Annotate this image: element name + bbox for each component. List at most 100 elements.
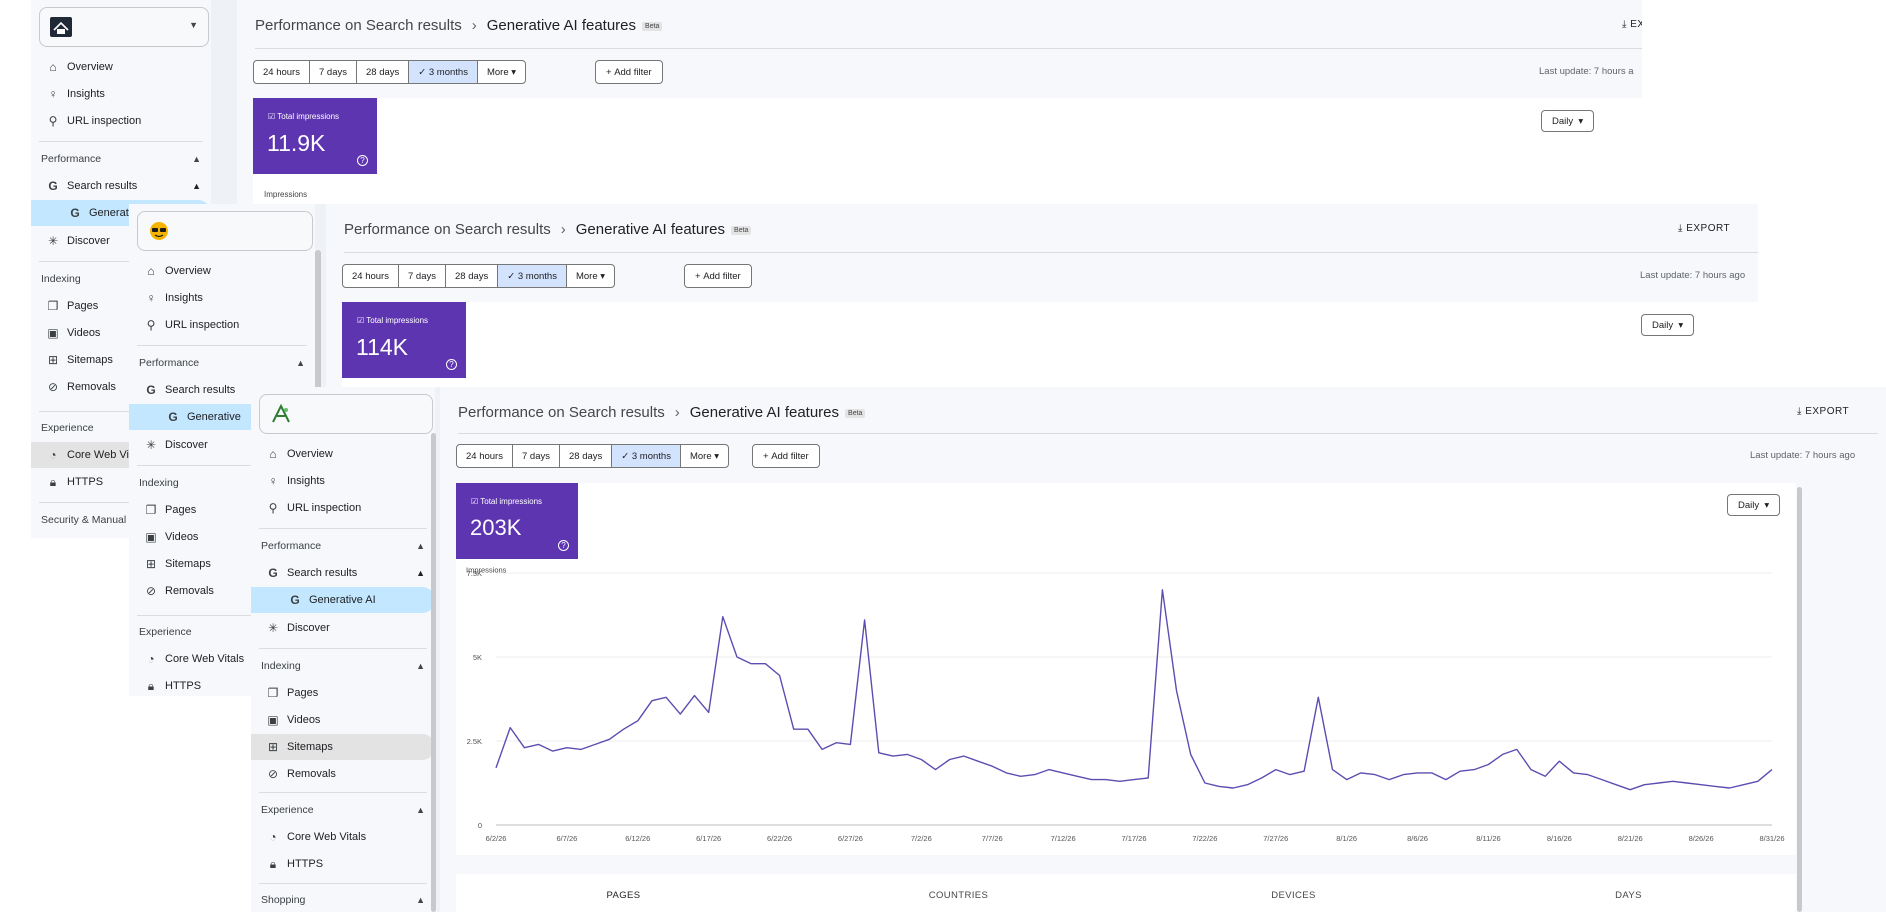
filter-3-months[interactable]: ✓ 3 months bbox=[409, 61, 478, 83]
sidebar-scrollbar[interactable] bbox=[431, 433, 436, 912]
tab-devices[interactable]: DEVICES bbox=[1126, 890, 1461, 901]
nav-url-inspection[interactable]: ⚲ URL inspection bbox=[251, 495, 435, 521]
nav-removals[interactable]: ⊘ Removals bbox=[251, 761, 435, 787]
add-filter-label: Add filter bbox=[614, 66, 652, 78]
tab-pages[interactable]: PAGES bbox=[456, 890, 791, 901]
nav-search-results[interactable]: G Search results ▲ bbox=[251, 560, 435, 586]
nav-sitemaps[interactable]: ⊞ Sitemaps bbox=[251, 734, 435, 760]
filter-3-months[interactable]: ✓ 3 months bbox=[498, 265, 567, 287]
section-label: Experience bbox=[139, 626, 192, 638]
nav-url-inspection[interactable]: ⚲ URL inspection bbox=[31, 108, 211, 134]
property-selector[interactable] bbox=[259, 394, 433, 434]
eye-off-icon: ⊘ bbox=[47, 380, 59, 394]
sidebar: ⌂ Overview ♀ Insights ⚲ URL inspection Perf… bbox=[251, 387, 435, 912]
nav-core-web-vitals[interactable]: ◔ Core Web Vitals bbox=[251, 824, 435, 850]
section-performance[interactable]: Performance ▲ bbox=[251, 533, 435, 559]
main-scrollbar[interactable] bbox=[1797, 487, 1802, 912]
nav-overview[interactable]: ⌂ Overview bbox=[129, 258, 315, 284]
filter-24-hours[interactable]: 24 hours bbox=[254, 61, 310, 83]
tab-countries[interactable]: COUNTRIES bbox=[791, 890, 1126, 901]
add-filter-button[interactable]: + Add filter bbox=[684, 264, 752, 288]
nav-videos[interactable]: ▣ Videos bbox=[251, 707, 435, 733]
lock-icon: 🔒︎ bbox=[147, 678, 155, 693]
nav-url-inspection[interactable]: ⚲ URL inspection bbox=[129, 312, 315, 338]
filter-28-days[interactable]: 28 days bbox=[357, 61, 410, 83]
granularity-select[interactable]: Daily ▾ bbox=[1541, 110, 1595, 132]
nav-search-results[interactable]: G Search results ▲ bbox=[31, 173, 211, 199]
section-indexing[interactable]: Indexing ▲ bbox=[251, 653, 435, 679]
nav-label: Search results bbox=[287, 567, 358, 579]
nav-label: Overview bbox=[67, 61, 113, 73]
export-button[interactable]: ⤓ EXPOR bbox=[1622, 19, 1642, 30]
nav-insights[interactable]: ♀ Insights bbox=[129, 285, 315, 311]
property-selector[interactable] bbox=[137, 211, 313, 251]
sitemap-icon: ⊞ bbox=[47, 353, 59, 367]
last-update: Last update: 7 hours ago bbox=[1640, 270, 1746, 281]
section-experience[interactable]: Experience ▲ bbox=[251, 797, 435, 823]
export-button[interactable]: ⤓ EXPORT bbox=[1797, 406, 1849, 417]
total-impressions-card[interactable]: ☑ Total impressions 203K ? bbox=[456, 483, 578, 559]
nav-generative-ai[interactable]: G Generative AI bbox=[251, 587, 435, 613]
gauge-icon: ◔ bbox=[147, 652, 155, 666]
gauge-icon: ◔ bbox=[269, 830, 277, 844]
nav-label: Discover bbox=[287, 622, 330, 634]
date-range-filter: 24 hours 7 days 28 days ✓ 3 months More … bbox=[342, 264, 616, 288]
nav-overview[interactable]: ⌂ Overview bbox=[31, 54, 211, 80]
filter-24-hours[interactable]: 24 hours bbox=[343, 265, 399, 287]
filter-more[interactable]: More ▾ bbox=[478, 61, 525, 83]
section-performance[interactable]: Performance ▲ bbox=[31, 146, 211, 172]
filter-28-days[interactable]: 28 days bbox=[560, 445, 613, 467]
filter-7-days[interactable]: 7 days bbox=[310, 61, 357, 83]
chevron-right-icon: › bbox=[471, 17, 477, 34]
beta-badge: Beta bbox=[642, 21, 663, 31]
chevron-right-icon: › bbox=[674, 404, 680, 421]
nav-insights[interactable]: ♀ Insights bbox=[251, 468, 435, 494]
download-icon: ⤓ bbox=[1622, 19, 1627, 30]
filter-7-days[interactable]: 7 days bbox=[513, 445, 560, 467]
filter-3-months[interactable]: ✓ 3 months bbox=[612, 445, 681, 467]
section-shopping[interactable]: Shopping ▲ bbox=[251, 887, 435, 912]
divider bbox=[259, 792, 427, 793]
tab-days[interactable]: DAYS bbox=[1461, 890, 1796, 901]
add-filter-button[interactable]: + Add filter bbox=[752, 444, 820, 468]
breakdown-card: PAGES COUNTRIES DEVICES DAYS bbox=[456, 874, 1796, 912]
granularity-select[interactable]: Daily ▾ bbox=[1727, 494, 1781, 516]
granularity-select[interactable]: Daily ▾ bbox=[1641, 314, 1695, 336]
total-impressions-card[interactable]: ☑ Total impressions 11.9K ? bbox=[253, 98, 377, 174]
nav-label: HTTPS bbox=[165, 680, 202, 692]
add-filter-button[interactable]: + Add filter bbox=[595, 60, 663, 84]
add-filter-label: Add filter bbox=[771, 450, 809, 462]
filter-7-days[interactable]: 7 days bbox=[399, 265, 446, 287]
page-title: Generative AI features bbox=[486, 17, 637, 34]
breadcrumb-parent[interactable]: Performance on Search results bbox=[344, 221, 551, 238]
google-icon: G bbox=[268, 566, 278, 580]
breadcrumb-parent[interactable]: Performance on Search results bbox=[255, 17, 462, 34]
filter-24-hours[interactable]: 24 hours bbox=[457, 445, 513, 467]
asterisk-icon: ✳ bbox=[145, 438, 157, 452]
chevron-right-icon: › bbox=[560, 221, 566, 238]
section-label: Performance bbox=[261, 540, 322, 552]
granularity-label: Daily bbox=[1652, 319, 1674, 331]
filter-more[interactable]: More ▾ bbox=[681, 445, 728, 467]
export-button[interactable]: ⤓ EXPORT bbox=[1678, 223, 1730, 234]
filter-more[interactable]: More ▾ bbox=[567, 265, 614, 287]
nav-discover[interactable]: ✳ Discover bbox=[251, 615, 435, 641]
chevron-up-icon: ▲ bbox=[416, 568, 425, 578]
property-selector[interactable]: ▼ bbox=[39, 7, 209, 47]
nav-pages[interactable]: ❐ Pages bbox=[251, 680, 435, 706]
sidebar-scrollbar[interactable] bbox=[315, 250, 321, 390]
x-tick-label: 8/31/26 bbox=[1759, 834, 1784, 843]
section-performance[interactable]: Performance ▲ bbox=[129, 350, 315, 376]
nav-insights[interactable]: ♀ Insights bbox=[31, 81, 211, 107]
nav-label: URL inspection bbox=[67, 115, 142, 127]
nav-https[interactable]: 🔒︎ HTTPS bbox=[251, 851, 435, 877]
chevron-up-icon: ▲ bbox=[416, 805, 425, 815]
google-icon: G bbox=[48, 179, 58, 193]
total-impressions-card[interactable]: ☑ Total impressions 114K ? bbox=[342, 302, 466, 378]
filter-28-days[interactable]: 28 days bbox=[446, 265, 499, 287]
breadcrumb-parent[interactable]: Performance on Search results bbox=[458, 404, 665, 421]
x-tick-label: 6/17/26 bbox=[696, 834, 721, 843]
chevron-down-icon: ▼ bbox=[189, 20, 198, 30]
nav-overview[interactable]: ⌂ Overview bbox=[251, 441, 435, 467]
filter-label: 3 months bbox=[428, 66, 468, 78]
